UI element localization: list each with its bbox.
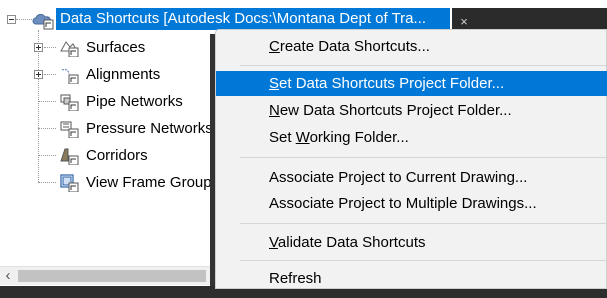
tree-guide-line [38,182,56,183]
menu-item-set-project-folder[interactable]: Set Data Shortcuts Project Folder... [216,71,607,96]
menu-item-text: alidate Data Shortcuts [277,234,426,251]
alignments-icon [61,68,79,84]
prospector-tree: Surfaces Alignments Pipe Networks Pressu… [0,0,219,298]
tree-guide-line [38,128,56,129]
tree-item-label: Alignments [86,66,161,83]
corridors-icon [60,148,79,165]
tree-item-pipe-networks[interactable]: Pipe Networks [0,90,215,114]
menu-item-new-project-folder[interactable]: New Data Shortcuts Project Folder... [216,98,607,123]
menu-item-set-working-folder[interactable]: Set Working Folder... [216,125,607,150]
pipe-networks-icon [60,94,79,111]
scroll-left-icon[interactable]: ‹ [1,267,15,285]
menu-item-text: Set [269,129,296,146]
tree-item-corridors[interactable]: Corridors [0,144,215,168]
menu-mnemonic: W [295,129,310,146]
menu-item-refresh[interactable]: Refresh [216,266,607,291]
menu-item-text: reate Data Shortcuts... [279,38,430,55]
tree-item-view-frame-groups[interactable]: View Frame Groups [0,171,219,195]
menu-item-text: et Data Shortcuts Project Folder... [279,75,505,92]
scrollbar-thumb[interactable] [18,270,206,282]
civil3d-prospector-window: Surfaces Alignments Pipe Networks Pressu… [0,0,607,298]
surfaces-icon [60,41,79,57]
tree-root-data-shortcuts[interactable]: Data Shortcuts [Autodesk Docs:\Montana D… [56,8,450,30]
context-menu: Create Data Shortcuts... Set Data Shortc… [215,29,607,289]
tree-item-label: Pressure Networks [86,120,213,137]
menu-item-create-data-shortcuts[interactable]: Create Data Shortcuts... [216,34,607,59]
menu-item-text: orking Folder... [309,129,409,146]
tree-item-pressure-networks[interactable]: Pressure Networks [0,117,215,141]
tree-guide-line [38,101,56,102]
tree-guide-line [16,19,32,20]
tree-item-label: View Frame Groups [86,174,220,191]
root-collapse-toggle[interactable] [7,15,16,24]
expand-toggle[interactable] [34,70,43,79]
horizontal-scrollbar[interactable]: ‹ [0,266,210,285]
menu-separator [240,65,606,66]
tree-guide-line [38,155,56,156]
menu-separator [240,260,606,261]
tree-guide-line [44,74,56,75]
menu-item-text: Associate Project to Multiple Drawings..… [269,195,537,212]
tree-item-label: Corridors [86,147,148,164]
menu-item-text: ew Data Shortcuts Project Folder... [279,102,512,119]
tree-item-alignments[interactable]: Alignments [0,63,215,87]
menu-item-text: Refresh [269,270,322,287]
menu-item-associate-current-drawing[interactable]: Associate Project to Current Drawing... [216,165,607,190]
menu-mnemonic: C [269,38,280,55]
tree-item-surfaces[interactable]: Surfaces [0,36,215,60]
menu-separator [240,157,606,158]
menu-item-associate-multiple-drawings[interactable]: Associate Project to Multiple Drawings..… [216,191,607,216]
expand-toggle[interactable] [34,43,43,52]
menu-mnemonic: V [269,234,278,251]
menu-mnemonic: N [269,102,280,119]
pressure-networks-icon [60,121,79,138]
tree-item-label: Surfaces [86,39,146,56]
menu-mnemonic: S [269,75,280,92]
menu-item-validate-data-shortcuts[interactable]: Validate Data Shortcuts [216,230,607,255]
tree-item-label: Pipe Networks [86,93,183,110]
cloud-folder-icon [32,14,54,30]
tree-guide-line [44,47,56,48]
menu-item-text: Associate Project to Current Drawing... [269,169,528,186]
menu-separator [240,223,606,224]
view-frame-groups-icon [60,174,79,192]
